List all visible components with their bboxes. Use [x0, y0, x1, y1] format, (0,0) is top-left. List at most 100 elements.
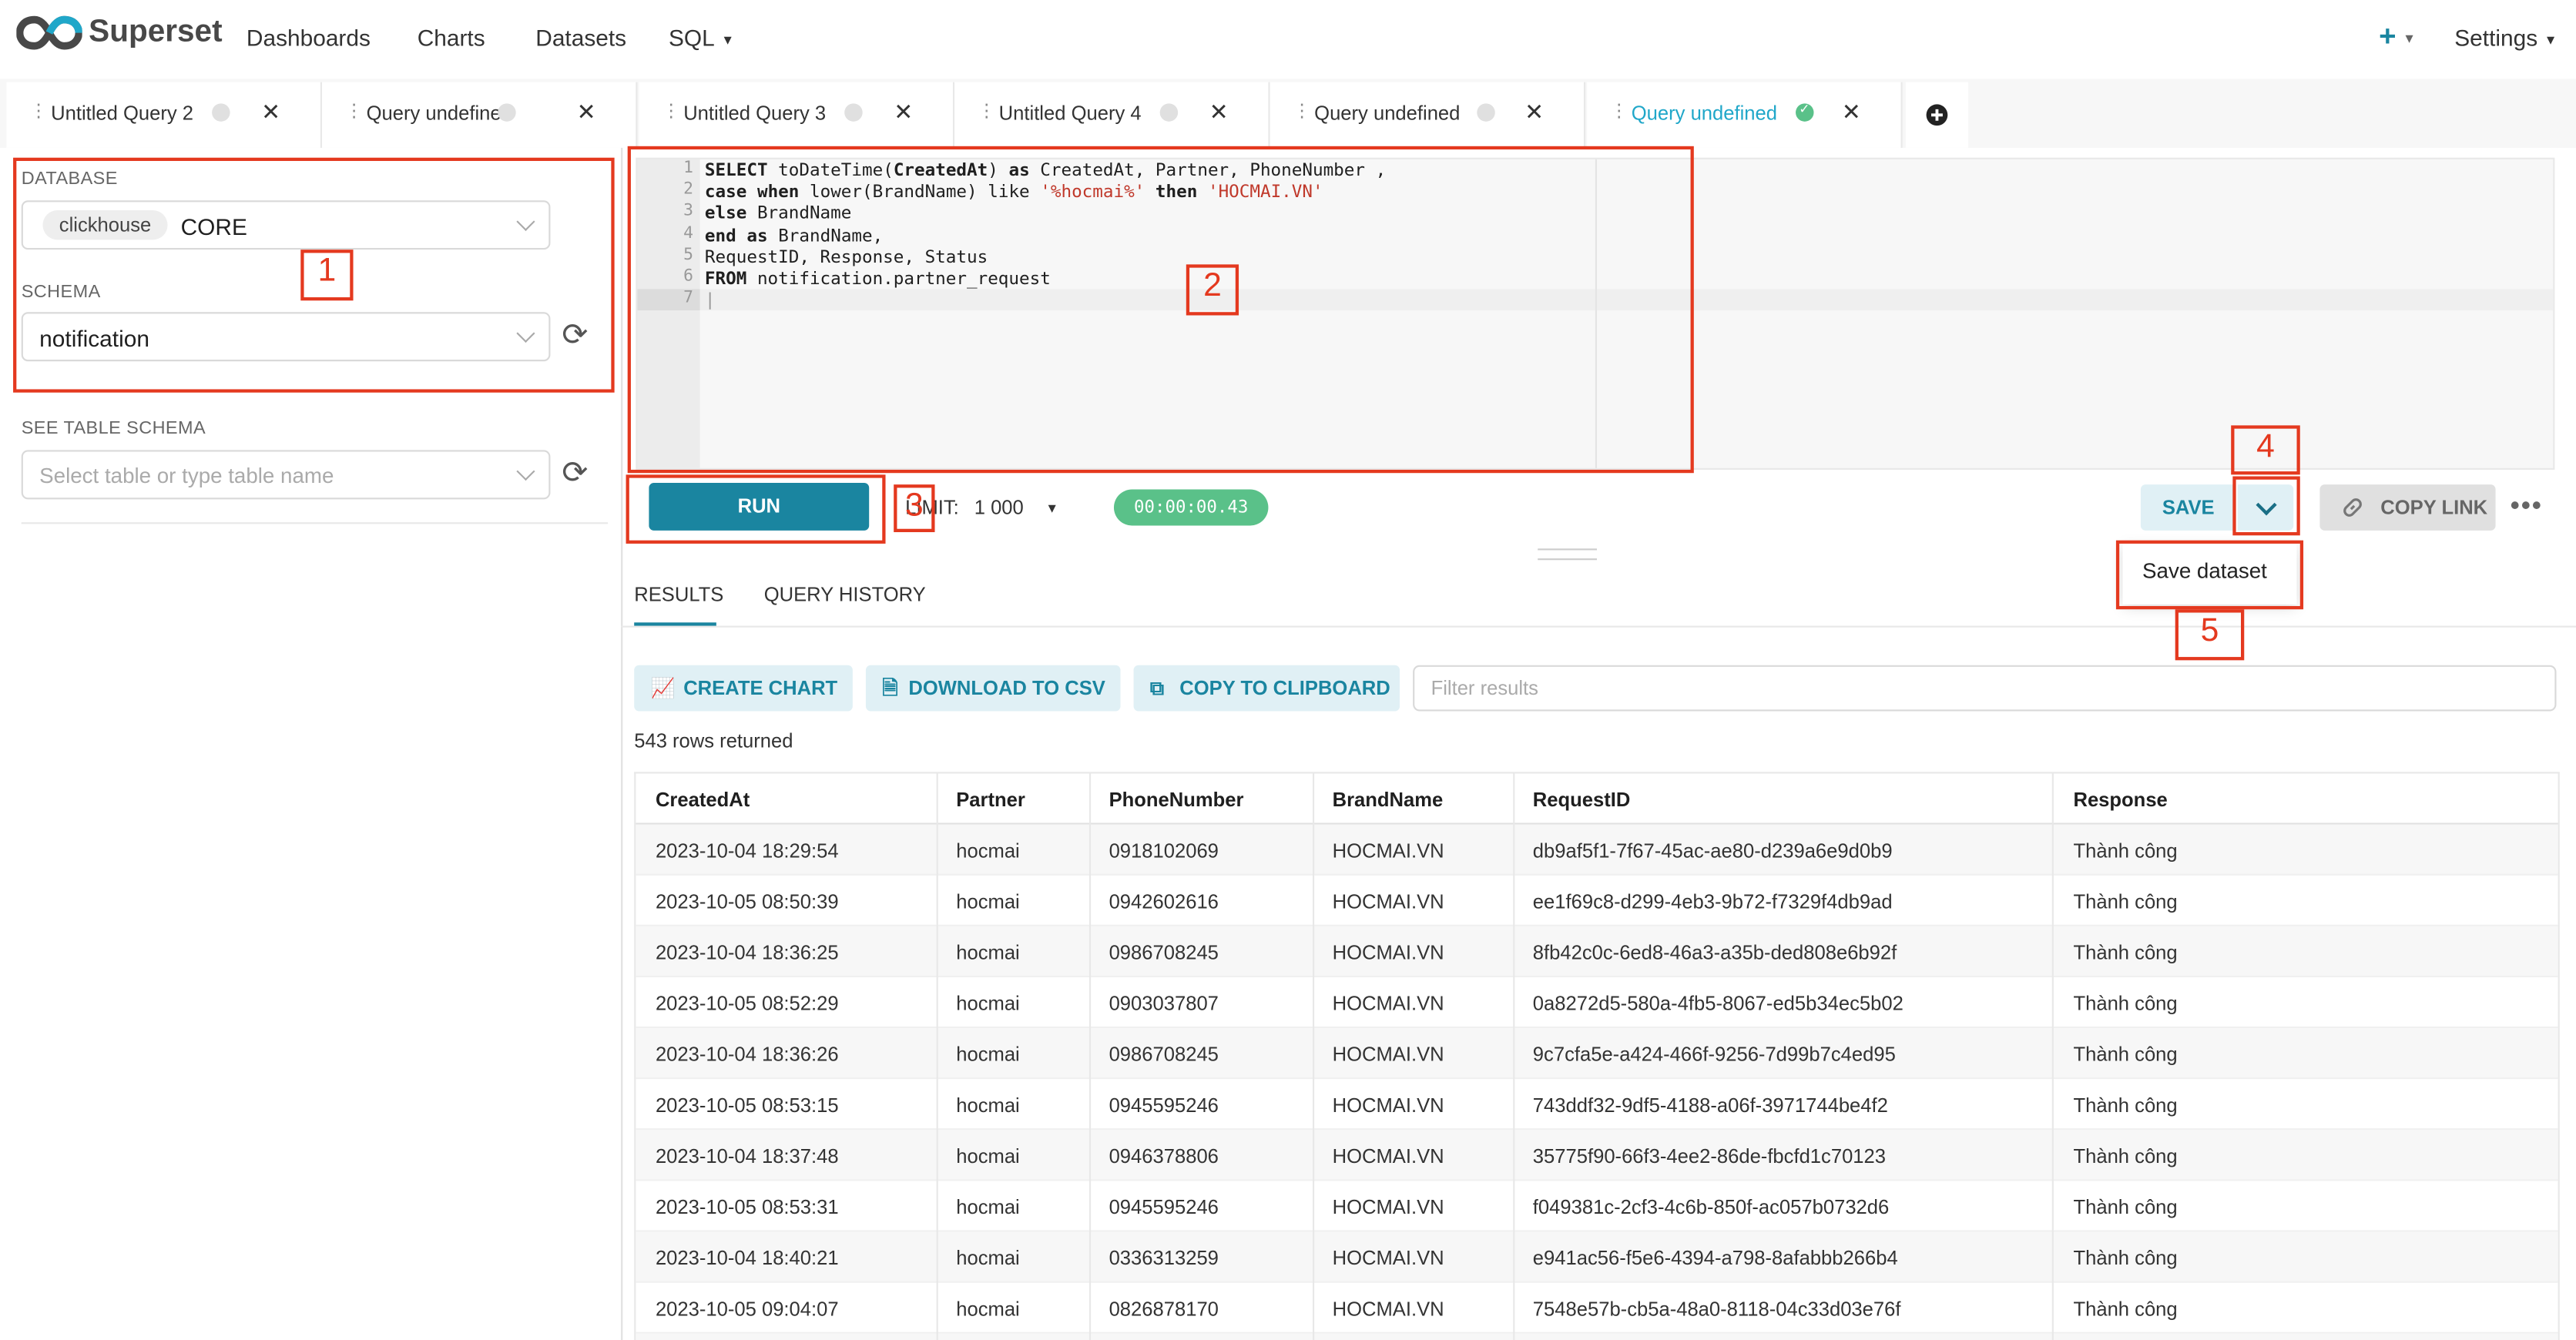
annotation-label: 5: [2175, 609, 2245, 661]
close-tab-icon[interactable]: ✕: [577, 99, 596, 126]
nav-settings[interactable]: Settings ▼: [2454, 25, 2557, 51]
resize-handle[interactable]: [1538, 548, 1597, 561]
more-options-icon[interactable]: •••: [2511, 493, 2543, 522]
table-row: 2023-10-05 09:04:07 hocmai 0826878170 HOCMA…: [636, 1283, 2558, 1334]
nav-charts[interactable]: Charts: [418, 25, 485, 51]
table-row: 2023-10-05 08:53:15 hocmai 0945595246 HOCMA…: [636, 1079, 2558, 1131]
table-cell: 2023-10-05 08:53:31: [655, 1195, 839, 1219]
nav-datasets[interactable]: Datasets: [535, 25, 626, 51]
close-tab-icon[interactable]: ✕: [1209, 99, 1229, 126]
table-cell: Thành công: [2073, 889, 2178, 913]
status-dot-icon: [212, 103, 230, 122]
copy-link-button[interactable]: COPY LINK: [2319, 484, 2496, 531]
table-cell: 0918102069: [1109, 839, 1219, 863]
annotation-box-editor: [627, 146, 1694, 474]
save-button[interactable]: SAVE: [2140, 484, 2236, 531]
table-cell: 743ddf32-9df5-4188-a06f-3971744be4f2: [1532, 1094, 1888, 1117]
add-new-button[interactable]: + ▼: [2379, 20, 2416, 55]
query-tab-title: Untitled Query 3: [683, 102, 827, 126]
table-row: 2023-10-05 08:50:39 hocmai 0942602616 HOCMA…: [636, 876, 2558, 926]
column-header[interactable]: CreatedAt: [656, 789, 750, 812]
query-tab[interactable]: ⋮ Untitled Query 3 ✕: [639, 82, 955, 148]
annotation-label: 2: [1186, 264, 1239, 316]
filter-results-input[interactable]: Filter results: [1413, 665, 2557, 712]
column-separator[interactable]: [936, 773, 938, 1340]
table-cell: 9c7cfa5e-a424-466f-9256-7d99b7c4ed95: [1532, 1043, 1896, 1067]
success-status-icon: [1796, 102, 1814, 122]
copy-clipboard-button[interactable]: ⧉ COPY TO CLIPBOARD: [1133, 665, 1400, 712]
column-separator[interactable]: [1313, 773, 1315, 1340]
table-cell: 35775f90-66f3-4ee2-86de-fbcfd1c70123: [1532, 1144, 1887, 1168]
table-cell: 2023-10-04 18:40:21: [655, 1246, 839, 1270]
table-row: 2023-10-04 18:40:21 hocmai 0336313259 HOCMA…: [636, 1231, 2558, 1283]
annotation-box-save-dataset: [2115, 540, 2304, 610]
query-tab[interactable]: ⋮Query undefined ✕: [322, 82, 638, 148]
column-separator[interactable]: [1513, 773, 1515, 1340]
caret-down-icon: ▼: [721, 32, 735, 48]
column-header[interactable]: Partner: [956, 789, 1025, 812]
download-csv-button[interactable]: 🗎 DOWNLOAD TO CSV: [865, 665, 1121, 712]
tab-divider: [621, 625, 2576, 628]
query-tab[interactable]: ⋮Query undefined ✕: [1270, 82, 1586, 148]
copy-link-label: COPY LINK: [2380, 496, 2488, 519]
query-tab[interactable]: ⋮ Untitled Query 4 ✕: [954, 82, 1270, 148]
rows-returned: 543 rows returned: [634, 729, 793, 752]
superset-logo-icon: [16, 15, 82, 50]
table-cell: 2023-10-04 18:37:48: [655, 1144, 839, 1168]
close-tab-icon[interactable]: ✕: [894, 99, 913, 126]
caret-down-icon: ▼: [2403, 30, 2417, 46]
column-separator[interactable]: [2051, 773, 2054, 1340]
plus-circle-icon: [1926, 104, 1948, 126]
annotation-box-save-dropdown: [2232, 476, 2300, 536]
tab-query-history[interactable]: QUERY HISTORY: [764, 583, 926, 606]
status-dot-icon: [1477, 103, 1495, 122]
table-cell: HOCMAI.VN: [1332, 1246, 1444, 1270]
annotation-label: 4: [2231, 425, 2300, 475]
refresh-tables-icon[interactable]: ⟳: [562, 455, 588, 493]
nav-sql[interactable]: SQL ▼: [669, 25, 734, 51]
tab-results[interactable]: RESULTS: [634, 583, 723, 606]
table-cell: 2023-10-05 08:50:39: [655, 889, 839, 913]
table-cell: HOCMAI.VN: [1332, 1297, 1444, 1321]
drag-handle-icon: ⋮: [1610, 102, 1628, 122]
create-chart-button[interactable]: 📈 CREATE CHART: [634, 665, 853, 712]
close-tab-icon[interactable]: ✕: [1842, 99, 1861, 126]
close-tab-icon[interactable]: ✕: [1524, 99, 1544, 126]
chevron-down-icon: [516, 462, 535, 481]
drag-handle-icon: ⋮: [662, 102, 679, 122]
table-cell: HOCMAI.VN: [1332, 1144, 1444, 1168]
column-header[interactable]: PhoneNumber: [1109, 789, 1244, 812]
table-cell: 0945595246: [1109, 1094, 1219, 1117]
copy-icon: ⧉: [1149, 676, 1165, 700]
table-select[interactable]: Select table or type table name: [21, 450, 551, 500]
annotation-box-run: [626, 474, 886, 544]
superset-logo[interactable]: Superset: [16, 15, 223, 51]
table-cell: hocmai: [956, 1043, 1020, 1067]
query-tab[interactable]: ⋮ Untitled Query 2 ✕: [6, 82, 323, 148]
drag-handle-icon: ⋮: [344, 102, 363, 122]
column-header[interactable]: RequestID: [1533, 789, 1631, 812]
table-row: 2023-10-04 18:36:25 hocmai 0986708245 HOCMA…: [636, 926, 2558, 977]
caret-down-icon: ▼: [2544, 32, 2558, 48]
column-header[interactable]: BrandName: [1333, 789, 1444, 812]
table-cell: Thành công: [2073, 839, 2178, 863]
table-cell: hocmai: [956, 941, 1020, 964]
query-tab[interactable]: ⋮Query undefined ✕: [1587, 82, 1903, 148]
table-row: 2023-10-04 18:37:48 hocmai 0946378806 HOCMA…: [636, 1130, 2558, 1181]
table-header: CreatedAt Partner PhoneNumber BrandName Requ…: [636, 774, 2558, 825]
table-cell: Thành công: [2073, 1144, 2178, 1168]
table-select-placeholder: Select table or type table name: [39, 463, 334, 488]
column-header[interactable]: Response: [2073, 789, 2167, 812]
status-dot-icon: [844, 103, 863, 122]
close-tab-icon[interactable]: ✕: [261, 99, 280, 126]
query-tab-title: Query undefined: [366, 102, 512, 126]
table-cell: Thành công: [2073, 1043, 2178, 1067]
drag-handle-icon: ⋮: [977, 102, 995, 122]
table-cell: Thành công: [2073, 1297, 2178, 1321]
new-tab-button[interactable]: [1905, 82, 1968, 148]
nav-dashboards[interactable]: Dashboards: [247, 25, 371, 51]
column-separator[interactable]: [1088, 773, 1092, 1340]
top-nav: Superset Dashboards Charts Datasets SQL ▼…: [0, 0, 2576, 76]
table-cell: 0336313259: [1109, 1246, 1219, 1270]
active-tab-indicator: [634, 622, 716, 626]
